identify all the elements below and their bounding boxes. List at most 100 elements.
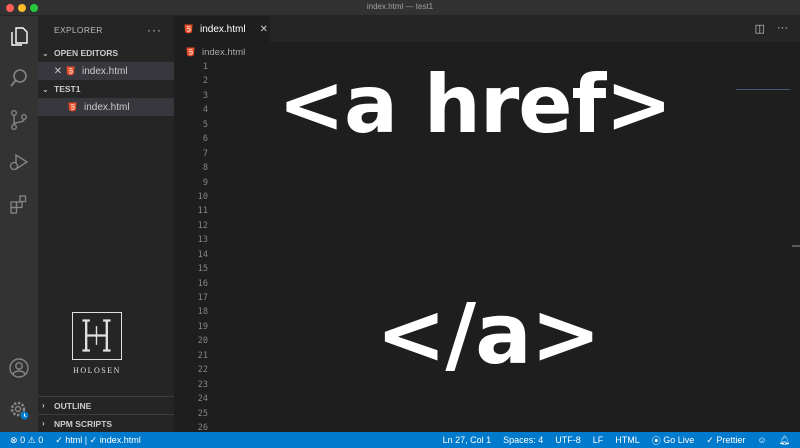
language-mode[interactable]: HTML bbox=[609, 435, 646, 445]
open-editor-item[interactable]: ✕ index.html bbox=[38, 62, 174, 80]
lint-html-label: html bbox=[65, 435, 83, 445]
editor-actions: ◫ ··· bbox=[755, 22, 788, 35]
line-number: 3 bbox=[202, 90, 208, 101]
line-number: 6 bbox=[202, 134, 208, 145]
split-editor-icon[interactable]: ◫ bbox=[755, 22, 765, 35]
line-number: 18 bbox=[197, 307, 208, 318]
check-icon: ✓ bbox=[55, 434, 63, 445]
scrollbar[interactable] bbox=[792, 245, 800, 247]
open-editors-label: OPEN EDITORS bbox=[54, 48, 119, 58]
lint-file-label: index.html bbox=[99, 435, 141, 445]
chevron-down-icon: ⌄ bbox=[42, 84, 49, 94]
line-number: 15 bbox=[197, 264, 208, 275]
encoding[interactable]: UTF-8 bbox=[549, 435, 587, 445]
prettier-status[interactable]: ✓ Prettier bbox=[700, 435, 751, 446]
tab-label: index.html bbox=[200, 23, 246, 35]
warning-icon: ⚠ bbox=[27, 434, 36, 445]
explorer-sidebar: EXPLORER ··· ⌄ OPEN EDITORS ✕ index.html… bbox=[38, 16, 174, 432]
tab-index-html[interactable]: index.html ✕ bbox=[174, 16, 270, 42]
indentation[interactable]: Spaces: 4 bbox=[497, 435, 549, 445]
explorer-icon[interactable] bbox=[7, 24, 31, 48]
open-editors-section[interactable]: ⌄ OPEN EDITORS bbox=[38, 44, 174, 62]
line-number: 24 bbox=[197, 394, 208, 405]
file-tree-item[interactable]: index.html bbox=[38, 98, 174, 116]
line-number: 5 bbox=[202, 119, 208, 130]
status-right: Ln 27, Col 1 Spaces: 4 UTF-8 LF HTML ⦿ G… bbox=[437, 432, 800, 448]
source-control-icon[interactable] bbox=[7, 108, 31, 132]
end-of-line[interactable]: LF bbox=[587, 435, 610, 445]
breadcrumb-file: index.html bbox=[202, 46, 246, 58]
error-icon: ⊗ bbox=[10, 434, 18, 445]
line-number: 17 bbox=[197, 293, 208, 303]
outline-label: OUTLINE bbox=[54, 400, 92, 411]
search-icon[interactable] bbox=[7, 66, 31, 90]
line-number-gutter: 1 2 3 4 5 6 7 8 9 10 11 12 13 14 15 16 17 18 19 20 21 22 23 24 2… bbox=[174, 60, 208, 435]
line-number: 16 bbox=[197, 278, 208, 289]
close-editor-icon[interactable]: ✕ bbox=[52, 66, 64, 77]
html5-icon bbox=[68, 102, 77, 112]
overlay-close-tag: </a> bbox=[376, 285, 601, 383]
notifications-bell-icon[interactable]: 🔔︎ bbox=[773, 435, 800, 446]
line-number: 13 bbox=[197, 235, 208, 246]
line-number: 7 bbox=[202, 148, 208, 159]
line-number: 12 bbox=[197, 220, 208, 231]
title-bar: index.html — test1 bbox=[0, 0, 800, 16]
extensions-icon[interactable] bbox=[7, 192, 31, 216]
problems-status[interactable]: ⊗ 0 ⚠ 0 bbox=[0, 435, 49, 446]
npm-scripts-section[interactable]: › NPM SCRIPTS bbox=[38, 414, 174, 432]
line-number: 19 bbox=[197, 321, 208, 332]
line-number: 11 bbox=[197, 206, 208, 217]
chevron-down-icon: ⌄ bbox=[42, 48, 49, 58]
line-number: 22 bbox=[197, 365, 208, 376]
account-icon[interactable] bbox=[7, 356, 31, 380]
holosen-logo bbox=[72, 312, 122, 360]
line-number: 1 bbox=[202, 62, 208, 72]
window-title: index.html — test1 bbox=[366, 2, 434, 11]
logo-mark-icon bbox=[82, 319, 111, 352]
open-editor-filename: index.html bbox=[82, 65, 128, 77]
prettier-label: Prettier bbox=[716, 435, 746, 445]
error-count: 0 bbox=[20, 435, 26, 445]
line-number: 4 bbox=[202, 105, 208, 116]
more-actions-button[interactable]: ··· bbox=[147, 23, 162, 37]
line-number: 21 bbox=[197, 350, 208, 361]
line-number: 2 bbox=[202, 76, 208, 87]
folder-label: TEST1 bbox=[54, 84, 81, 94]
activity-bar bbox=[0, 16, 38, 432]
overlay-open-tag: <a href> bbox=[278, 58, 672, 151]
more-actions-icon[interactable]: ··· bbox=[777, 22, 788, 35]
html5-icon bbox=[186, 47, 195, 57]
check-double-icon: ✓ bbox=[706, 434, 714, 445]
minimap[interactable] bbox=[736, 89, 790, 90]
explorer-title: EXPLORER bbox=[54, 25, 103, 35]
line-number: 25 bbox=[197, 408, 208, 419]
editor-tab-bar: index.html ✕ ◫ ··· bbox=[174, 16, 800, 42]
chevron-right-icon: › bbox=[42, 401, 45, 410]
check-icon: ✓ bbox=[89, 434, 98, 445]
line-number: 9 bbox=[202, 177, 208, 188]
run-debug-icon[interactable] bbox=[7, 150, 31, 174]
tab-close-icon[interactable]: ✕ bbox=[260, 24, 268, 35]
logo-wordmark: HOLOSEN bbox=[73, 366, 121, 375]
cursor-position[interactable]: Ln 27, Col 1 bbox=[437, 435, 498, 445]
html5-icon bbox=[66, 66, 75, 76]
npm-scripts-label: NPM SCRIPTS bbox=[54, 418, 113, 429]
chevron-right-icon: › bbox=[42, 419, 45, 428]
status-bar: ⊗ 0 ⚠ 0 ✓ html | ✓ index.html Ln 27, Col… bbox=[0, 432, 800, 448]
line-number: 20 bbox=[197, 336, 208, 347]
file-tree-filename: index.html bbox=[84, 101, 130, 113]
line-number: 23 bbox=[197, 379, 208, 390]
go-live-button[interactable]: ⦿ Go Live bbox=[646, 434, 701, 447]
broadcast-icon: ⦿ bbox=[651, 435, 661, 446]
html-lint-status[interactable]: ✓ html | ✓ index.html bbox=[49, 435, 147, 446]
feedback-icon[interactable]: ☺ bbox=[751, 435, 772, 445]
html5-icon bbox=[184, 24, 193, 34]
line-number: 8 bbox=[202, 163, 208, 174]
breadcrumb[interactable]: index.html bbox=[186, 44, 245, 60]
outline-section[interactable]: › OUTLINE bbox=[38, 396, 174, 414]
folder-section[interactable]: ⌄ TEST1 bbox=[38, 80, 174, 98]
line-number: 14 bbox=[197, 249, 208, 260]
line-number: 10 bbox=[197, 191, 208, 202]
go-live-label: Go Live bbox=[663, 435, 695, 445]
settings-gear-icon[interactable] bbox=[7, 398, 31, 422]
